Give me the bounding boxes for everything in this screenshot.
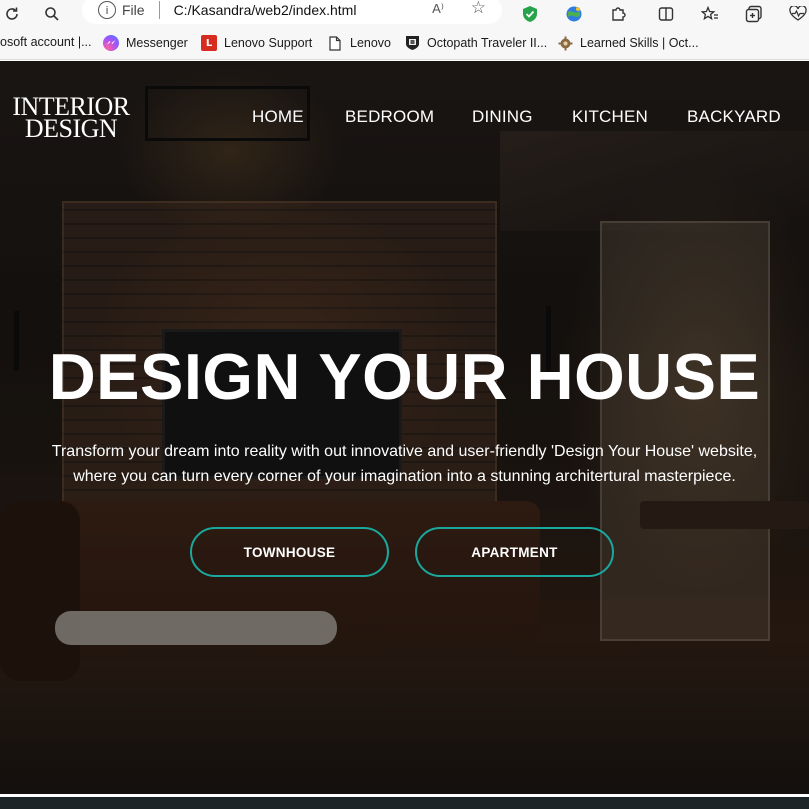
heart-monitor-icon[interactable] (788, 4, 808, 24)
favorites-icon[interactable] (700, 4, 720, 24)
hero-section: INTERIOR DESIGN HOME BEDROOM DINING KITC… (0, 61, 809, 794)
split-screen-icon[interactable] (656, 4, 676, 24)
nav-backyard[interactable]: BACKYARD (687, 107, 781, 127)
bookmark-label: osoft account |... (0, 35, 92, 49)
bookmark-label: Lenovo Support (224, 36, 313, 50)
bookmark-lenovo[interactable]: Lenovo (327, 35, 391, 51)
lenovo-icon: L (201, 35, 217, 51)
shield-extension-icon[interactable] (520, 4, 540, 24)
crest-icon (404, 35, 420, 51)
bookmark-label: Lenovo (350, 36, 392, 50)
search-icon[interactable] (42, 4, 62, 24)
messenger-icon (103, 35, 119, 51)
browser-toolbar: i File C:/Kasandra/web2/index.html A⁾ ☆ (0, 0, 809, 28)
logo-line-2: DESIGN (24, 114, 118, 143)
nav-kitchen[interactable]: KITCHEN (572, 107, 648, 127)
globe-extension-icon[interactable] (564, 4, 584, 24)
bookmark-microsoft-account[interactable]: osoft account |... (0, 35, 92, 49)
bookmark-label: Learned Skills | Oct... (580, 36, 699, 50)
bookmarks-bar: osoft account |... Messenger L Lenovo Su… (0, 28, 809, 60)
address-divider (158, 1, 160, 19)
townhouse-button[interactable]: TOWNHOUSE (190, 527, 389, 577)
address-bar[interactable]: i File C:/Kasandra/web2/index.html A⁾ ☆ (82, 0, 502, 24)
gear-favicon-icon (557, 35, 573, 51)
address-url[interactable]: C:/Kasandra/web2/index.html (174, 2, 357, 18)
hero-subtext-line-1: Transform your dream into reality with o… (51, 443, 758, 460)
dark-overlay (0, 61, 809, 794)
bookmark-messenger[interactable]: Messenger (103, 35, 188, 51)
site-logo[interactable]: INTERIOR DESIGN (12, 94, 130, 143)
bookmark-octopath[interactable]: Octopath Traveler II... (404, 35, 547, 51)
hero-headline: DESIGN YOUR HOUSE (48, 340, 761, 413)
refresh-icon[interactable] (2, 4, 22, 24)
bookmark-learned-skills[interactable]: Learned Skills | Oct... (557, 35, 699, 51)
next-section-edge (0, 797, 809, 809)
apartment-button[interactable]: APARTMENT (415, 527, 614, 577)
puzzle-extensions-icon[interactable] (608, 4, 628, 24)
read-aloud-icon[interactable]: A⁾ (432, 1, 444, 17)
bookmark-label: Messenger (126, 36, 188, 50)
nav-bedroom[interactable]: BEDROOM (345, 107, 434, 127)
hero-subtext-line-2: where you can turn every corner of your … (73, 468, 736, 485)
bookmark-lenovo-support[interactable]: L Lenovo Support (201, 35, 312, 51)
collections-icon[interactable] (744, 4, 764, 24)
star-icon[interactable]: ☆ (471, 0, 486, 18)
site-info-icon[interactable]: i (98, 1, 116, 19)
address-scheme: File (122, 2, 145, 18)
hero-subtext: Transform your dream into reality with o… (30, 439, 779, 489)
bookmark-label: Octopath Traveler II... (427, 36, 548, 50)
page-icon (327, 35, 343, 51)
nav-dining[interactable]: DINING (472, 107, 533, 127)
nav-home[interactable]: HOME (252, 107, 304, 127)
